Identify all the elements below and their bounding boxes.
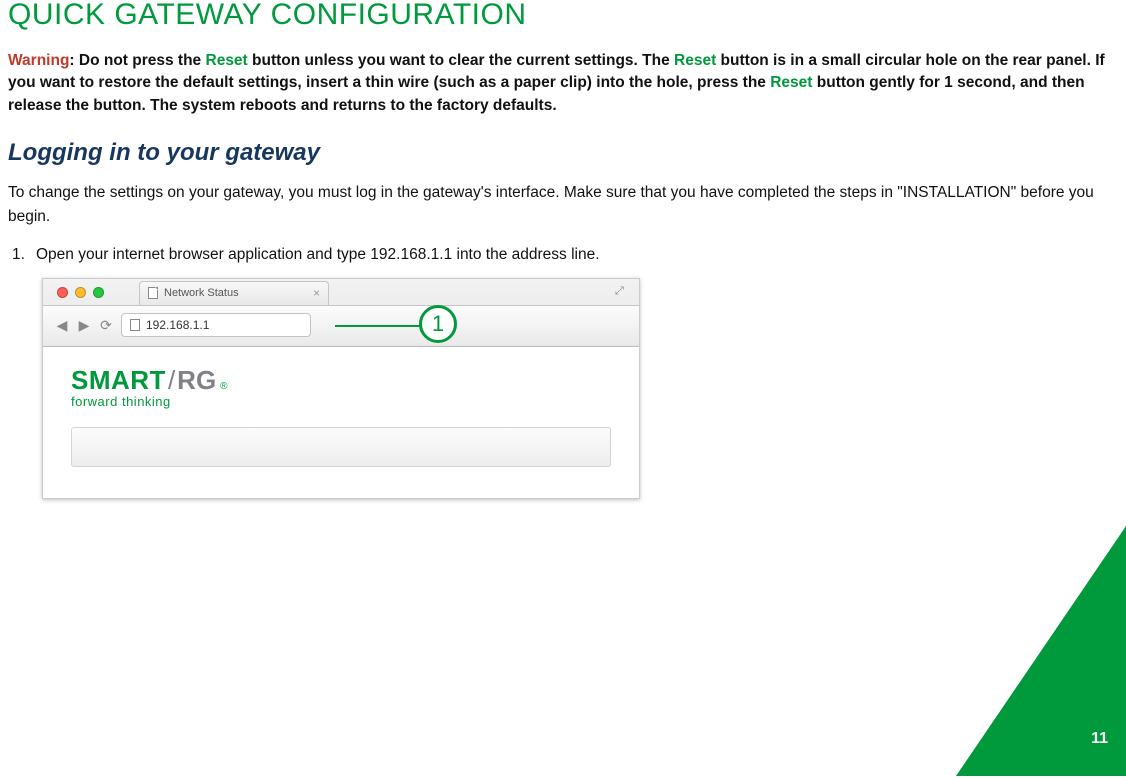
close-tab-icon[interactable]: ×: [313, 286, 320, 300]
address-bar[interactable]: 192.168.1.1: [121, 313, 311, 337]
address-text: 192.168.1.1: [146, 318, 209, 332]
step-number: 1.: [12, 246, 36, 264]
back-icon[interactable]: ◀: [55, 318, 69, 332]
logo-slash: /: [168, 365, 175, 396]
minimize-window-icon[interactable]: [75, 287, 86, 298]
brand-logo: SMART/RG ®: [71, 365, 611, 396]
intro-text: To change the settings on your gateway, …: [8, 181, 1113, 228]
warning-text-2: button unless you want to clear the curr…: [248, 52, 674, 69]
reset-mention-3: Reset: [770, 74, 812, 91]
reset-mention-2: Reset: [674, 52, 716, 69]
reload-icon[interactable]: ⟳: [99, 318, 113, 332]
forward-icon[interactable]: ▶: [77, 318, 91, 332]
maximize-window-icon[interactable]: [93, 287, 104, 298]
step-text: Open your internet browser application a…: [36, 246, 600, 263]
browser-tab[interactable]: Network Status ×: [139, 281, 329, 305]
logo-registered-icon: ®: [220, 381, 227, 392]
browser-content: SMART/RG ® forward thinking: [43, 347, 639, 498]
steps-list: 1.Open your internet browser application…: [8, 246, 1126, 264]
warning-paragraph: Warning: Do not press the Reset button u…: [8, 50, 1113, 117]
content-panel: [71, 427, 611, 467]
browser-screenshot: Network Status × ⤢ ◀ ▶ ⟳ 192.168.1.1 SMA…: [42, 278, 640, 499]
warning-text-1: : Do not press the: [69, 52, 205, 69]
tab-title: Network Status: [164, 287, 239, 299]
page-number: 11: [1091, 730, 1108, 748]
browser-chrome: Network Status × ⤢ ◀ ▶ ⟳ 192.168.1.1: [43, 279, 639, 347]
brand-tagline: forward thinking: [71, 394, 611, 409]
page-icon: [148, 287, 158, 299]
expand-icon[interactable]: ⤢: [615, 285, 627, 297]
logo-rg: RG: [177, 365, 216, 396]
callout-connector: [335, 325, 421, 327]
section-heading: Logging in to your gateway: [8, 139, 1126, 167]
warning-label: Warning: [8, 52, 69, 69]
reset-mention-1: Reset: [206, 52, 248, 69]
window-controls: [57, 287, 104, 298]
page-title: QUICK GATEWAY CONFIGURATION: [8, 0, 1126, 32]
site-icon: [130, 319, 140, 331]
logo-smart: SMART: [71, 365, 166, 396]
step-1: 1.Open your internet browser application…: [36, 246, 1126, 264]
close-window-icon[interactable]: [57, 287, 68, 298]
callout-badge: 1: [419, 305, 457, 343]
